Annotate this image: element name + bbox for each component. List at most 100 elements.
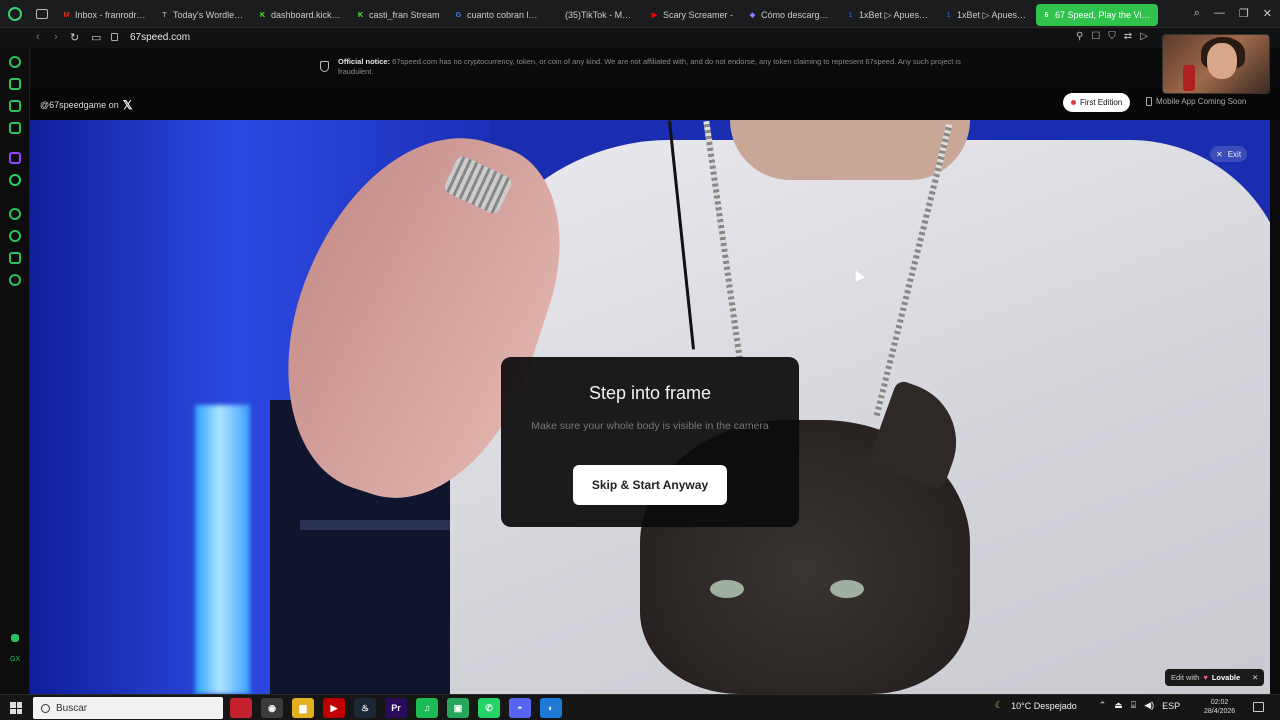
tab-favicon-icon: ♪	[554, 11, 559, 19]
search-placeholder: Buscar	[56, 702, 88, 714]
taskbar-discord-icon[interactable]: ◓	[509, 698, 531, 718]
skip-start-button[interactable]: Skip & Start Anyway	[573, 465, 727, 505]
search-icon	[41, 703, 50, 713]
browser-tab[interactable]: Gcuanto cobran los	[448, 4, 544, 26]
tab-overview-icon[interactable]	[36, 9, 48, 19]
led-light	[195, 405, 250, 694]
tab-label: dashboard.kick.co	[271, 10, 342, 20]
step-into-frame-modal: Step into frame Make sure your whole bod…	[501, 357, 799, 527]
browser-tab[interactable]: 1 1xBet ▷ Apuestas	[938, 4, 1034, 26]
exit-button[interactable]: ✕ Exit	[1210, 146, 1248, 162]
browser-tab[interactable]: M Inbox - franrodrigu	[56, 4, 152, 26]
notification-icon[interactable]	[1253, 702, 1264, 712]
taskbar-search[interactable]: Buscar	[33, 697, 223, 719]
tab-favicon-icon: 1	[946, 11, 951, 19]
x-logo-icon: 𝕏	[122, 98, 133, 112]
network-icon[interactable]: ⌸	[1131, 700, 1136, 711]
opera-gx-logo-icon[interactable]	[8, 7, 22, 21]
taskbar-edge-icon[interactable]: ◐	[540, 698, 562, 718]
weather-moon-icon: ☾	[995, 700, 1004, 710]
settings-icon[interactable]	[9, 274, 21, 286]
taskbar-files-icon[interactable]	[230, 698, 252, 718]
lock-icon[interactable]	[111, 33, 118, 41]
tab-strip: M Inbox - franrodrigu T Today's Wordle Hi Kd…	[56, 4, 1158, 26]
first-edition-badge[interactable]: First Edition	[1063, 93, 1131, 112]
battery-icon[interactable]	[11, 634, 19, 642]
clock-time: 02:02	[1210, 699, 1229, 706]
taskbar-premiere-icon[interactable]: Pr	[385, 698, 407, 718]
edit-with-lovable-badge[interactable]: Edit with ♥ Lovable ✕	[1165, 669, 1265, 686]
exit-label: Exit	[1227, 149, 1242, 159]
tab-favicon-icon: 1	[848, 11, 853, 19]
microphone-icon	[1183, 65, 1195, 91]
reload-icon[interactable]: ↻	[70, 31, 79, 44]
taskbar-apps: ◉ ▆ ▶ ♨ Pr ♫ ▣ ✆ ◓ ◐	[230, 698, 562, 718]
taskbar-steam-icon[interactable]: ♨	[354, 698, 376, 718]
whatsapp-icon[interactable]	[9, 174, 21, 186]
notice-body: 67speed.com has no cryptocurrency, token…	[338, 57, 961, 76]
close-icon[interactable]: ✕	[1252, 673, 1258, 682]
social-handle-link[interactable]: @67speedgame on 𝕏	[40, 98, 132, 112]
tab-label: 67 Speed, Play the Viral tI	[1055, 10, 1152, 20]
official-notice-bar: Official notice: 67speed.com has no cryp…	[30, 48, 1280, 88]
volume-icon[interactable]: ◀)	[1144, 700, 1154, 711]
taskbar-spotify-icon[interactable]: ♫	[416, 698, 438, 718]
search-tabs-icon[interactable]: ⌕	[1194, 7, 1200, 20]
taskbar-youtube-icon[interactable]: ▶	[323, 698, 345, 718]
browser-tab[interactable]: 1 1xBet ▷ Apuestas	[840, 4, 936, 26]
forward-icon[interactable]: ›	[54, 31, 58, 43]
extensions-icon[interactable]	[9, 122, 21, 134]
translate-icon[interactable]: ⇄	[1124, 31, 1132, 42]
taskbar-clock[interactable]: 02:02 28/4/2026	[1204, 698, 1235, 716]
url-field[interactable]: 67speed.com	[130, 32, 190, 43]
back-icon[interactable]: ‹	[36, 31, 40, 43]
windows-start-icon[interactable]	[10, 702, 22, 714]
twitch-icon[interactable]	[9, 152, 21, 164]
bookmark-icon[interactable]: ☐	[1091, 31, 1100, 42]
gx-icon[interactable]: GX	[10, 656, 22, 668]
messenger-icon[interactable]	[9, 100, 21, 112]
taskbar-android-icon[interactable]: ▣	[447, 698, 469, 718]
site-header: @67speedgame on 𝕏 First Edition Mobile A…	[30, 88, 1280, 120]
browser-tab-bar: M Inbox - franrodrigu T Today's Wordle Hi Kd…	[0, 0, 1280, 28]
pin-icon[interactable]: ⚲	[1076, 31, 1083, 42]
lovable-heart-icon: ♥	[1203, 673, 1208, 682]
minimize-icon[interactable]: —	[1214, 7, 1225, 20]
cube-icon[interactable]	[9, 252, 21, 264]
browser-tab[interactable]: Kdashboard.kick.co	[252, 4, 348, 26]
usb-icon[interactable]: ⏏	[1114, 700, 1123, 711]
tab-favicon-icon: 6	[1044, 11, 1049, 19]
maximize-icon[interactable]: ❐	[1239, 7, 1249, 20]
browser-tab[interactable]: ♪ (35)TikTok - Make	[546, 4, 642, 26]
cat-eye	[830, 580, 864, 598]
taskbar-chrome-icon[interactable]: ◉	[261, 698, 283, 718]
weather-text[interactable]: 10°C Despejado	[1011, 701, 1077, 711]
gx-control-icon[interactable]	[9, 56, 21, 68]
browser-tab[interactable]: Kcasti_fran Stream	[350, 4, 446, 26]
chevron-up-icon[interactable]: ⌃	[1099, 700, 1107, 711]
browser-tab[interactable]: 6 67 Speed, Play the Viral tI	[1036, 4, 1158, 26]
player-icon[interactable]	[9, 208, 21, 220]
close-icon[interactable]: ✕	[1263, 7, 1272, 20]
tab-favicon-icon: ▶	[651, 12, 658, 19]
browser-tab[interactable]: T Today's Wordle Hi	[154, 4, 250, 26]
browser-tab[interactable]: ◆ Cómo descargar u	[742, 4, 838, 26]
tab-label: Today's Wordle Hi	[173, 10, 244, 20]
taskbar-whatsapp-icon[interactable]: ✆	[478, 698, 500, 718]
shield-icon[interactable]: ⛉	[1108, 31, 1116, 42]
language-label[interactable]: ESP	[1162, 701, 1180, 711]
windows-taskbar: Buscar ◉ ▆ ▶ ♨ Pr ♫ ▣ ✆ ◓ ◐ ☾ 10°C Despejado ⌃ ⏏ …	[0, 694, 1280, 720]
tab-label: 1xBet ▷ Apuestas	[957, 9, 1028, 20]
badge-brand: Lovable	[1211, 673, 1241, 682]
play-icon[interactable]: ▷	[1140, 31, 1148, 42]
mobile-app-notice: Mobile App Coming Soon	[1146, 97, 1246, 106]
browser-tab[interactable]: ▶ Scary Screamer -	[644, 4, 740, 26]
history-icon[interactable]	[9, 230, 21, 242]
window-controls: ⌕ — ❐ ✕	[1194, 7, 1272, 20]
taskbar-explorer-icon[interactable]: ▆	[292, 698, 314, 718]
tab-label: Scary Screamer -	[663, 10, 734, 20]
tab-label: cuanto cobran los	[467, 10, 538, 20]
gx-store-icon[interactable]	[9, 78, 21, 90]
snapshot-icon[interactable]: ▭	[91, 31, 101, 44]
badge-prefix: Edit with	[1171, 673, 1200, 682]
